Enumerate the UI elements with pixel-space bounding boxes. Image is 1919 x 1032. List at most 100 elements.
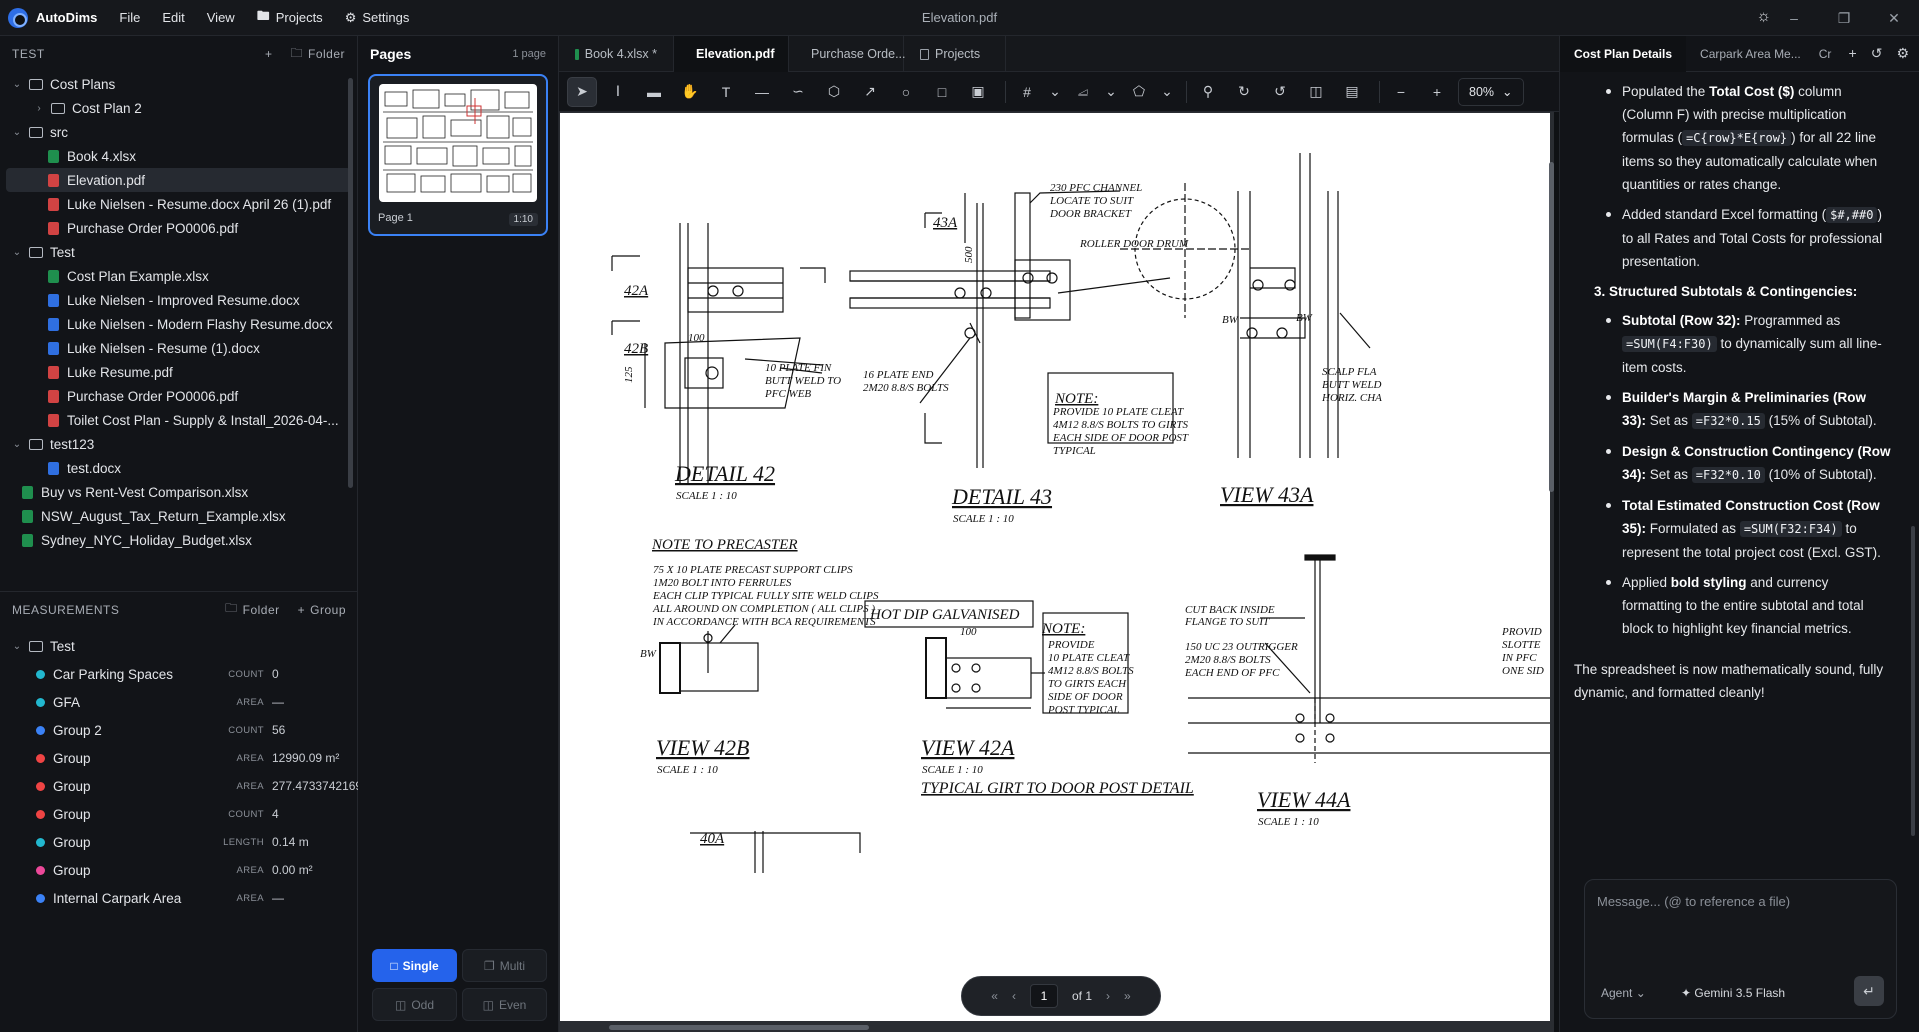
tree-file[interactable]: NSW_August_Tax_Return_Example.xlsx	[0, 504, 357, 528]
single-mode-button[interactable]: □ Single	[372, 949, 457, 982]
prev-page-icon[interactable]: ‹	[1012, 989, 1016, 1003]
tab-xlsx[interactable]: Book 4.xlsx *	[559, 36, 674, 72]
message-composer[interactable]: Message... (@ to reference a file) Agent…	[1584, 879, 1897, 1019]
line-icon[interactable]: —	[747, 77, 777, 107]
chat-scrollbar[interactable]	[1911, 526, 1915, 836]
multi-mode-button[interactable]: ❐ Multi	[462, 949, 547, 982]
chevron-down-icon[interactable]: ⌄	[1104, 77, 1118, 107]
polyline-icon[interactable]: ∽	[783, 77, 813, 107]
tree-file[interactable]: Buy vs Rent-Vest Comparison.xlsx	[0, 480, 357, 504]
measure-tape-icon[interactable]: ⧡	[1068, 77, 1098, 107]
tab-pdf[interactable]: Purchase Orde...	[789, 36, 906, 72]
canvas-vertical-scrollbar[interactable]	[1549, 162, 1554, 492]
odd-mode-button[interactable]: ◫ Odd	[372, 988, 457, 1021]
measurement-folder-button[interactable]: 🗀 Folder	[225, 599, 280, 620]
tab-carpark-area[interactable]: Carpark Area Me...	[1686, 36, 1815, 72]
menu-file[interactable]: File	[119, 10, 140, 25]
document-icon[interactable]: ▤	[1337, 77, 1367, 107]
image-icon[interactable]: ▣	[963, 77, 993, 107]
tree-file[interactable]: Luke Resume.pdf	[0, 360, 357, 384]
ruler-icon[interactable]: ▬	[639, 77, 669, 107]
measurement-row[interactable]: Group COUNT 4	[0, 800, 358, 828]
chevron-down-icon[interactable]: ⌄	[1048, 77, 1062, 107]
arrow-icon[interactable]: ↗	[855, 77, 885, 107]
hash-icon[interactable]: #	[1012, 77, 1042, 107]
rotate-ccw-icon[interactable]: ↺	[1265, 77, 1295, 107]
rotate-cw-icon[interactable]: ↻	[1229, 77, 1259, 107]
tree-file[interactable]: Luke Nielsen - Resume.docx April 26 (1).…	[0, 192, 357, 216]
rectangle-icon[interactable]: □	[927, 77, 957, 107]
measurement-row[interactable]: GFA AREA —	[0, 688, 358, 716]
menu-edit[interactable]: Edit	[162, 10, 184, 25]
select-tool-icon[interactable]: ➤	[567, 76, 597, 107]
gear-icon[interactable]: ⚙	[1896, 45, 1909, 62]
measurement-group-button[interactable]: + Group	[298, 603, 346, 617]
zoom-in-icon[interactable]: +	[1422, 77, 1452, 107]
next-page-icon[interactable]: ›	[1106, 989, 1110, 1003]
sidebar-scrollbar[interactable]	[348, 78, 353, 488]
new-folder-button[interactable]: 🗀 Folder	[290, 44, 345, 65]
plus-icon[interactable]: +	[1849, 45, 1857, 62]
tree-folder[interactable]: ⌄ src	[0, 120, 357, 144]
agent-select[interactable]: Agent ⌄	[1601, 986, 1646, 1000]
even-mode-button[interactable]: ◫ Even	[462, 988, 547, 1021]
projects-menu[interactable]: 🖿 Projects	[257, 7, 323, 29]
tree-folder[interactable]: ⌄ Test	[0, 240, 357, 264]
close-icon[interactable]: ✕	[1869, 10, 1919, 27]
add-file-button[interactable]: +	[265, 47, 273, 61]
measurement-row[interactable]: Car Parking Spaces COUNT 0	[0, 660, 358, 688]
message-input[interactable]: Message... (@ to reference a file)	[1597, 894, 1790, 909]
tree-file[interactable]: Sydney_NYC_Holiday_Budget.xlsx	[0, 528, 357, 552]
restore-icon[interactable]: ❐	[1819, 10, 1869, 27]
measurement-row[interactable]: Group AREA 0.00 m²	[0, 856, 358, 884]
tree-file[interactable]: Luke Nielsen - Resume (1).docx	[0, 336, 357, 360]
tree-file[interactable]: Purchase Order PO0006.pdf	[0, 216, 357, 240]
search-icon[interactable]: ⚲	[1193, 77, 1223, 107]
tree-file[interactable]: Book 4.xlsx	[0, 144, 357, 168]
text-tool-icon[interactable]: T	[711, 77, 741, 107]
model-select[interactable]: ✦ Gemini 3.5 Flash	[1681, 986, 1785, 1000]
tree-file[interactable]: Luke Nielsen - Improved Resume.docx	[0, 288, 357, 312]
measurement-row[interactable]: Group LENGTH 0.14 m	[0, 828, 358, 856]
drawing-page[interactable]: 230 PFC CHANNEL LOCATE TO SUIT DOOR BRAC…	[560, 113, 1550, 1021]
chevron-down-icon[interactable]: ⌄	[1160, 77, 1174, 107]
tree-folder[interactable]: › Cost Plan 2	[0, 96, 357, 120]
settings-menu[interactable]: ⚙ Settings	[345, 10, 410, 26]
hand-icon[interactable]: ✋	[675, 77, 705, 107]
first-page-icon[interactable]: «	[991, 989, 998, 1003]
tree-file[interactable]: test.docx	[0, 456, 357, 480]
measurement-row[interactable]: Group AREA 12990.09 m²	[0, 744, 358, 772]
present-icon[interactable]: ◫	[1301, 77, 1331, 107]
circle-icon[interactable]: ○	[891, 77, 921, 107]
tab-pdf[interactable]: Elevation.pdf	[674, 36, 789, 72]
minimize-icon[interactable]: –	[1769, 10, 1819, 26]
measurement-row[interactable]: Internal Carpark Area AREA —	[0, 884, 358, 912]
tab-truncated[interactable]: Cr	[1815, 36, 1836, 72]
measurement-row[interactable]: Group 2 COUNT 56	[0, 716, 358, 744]
tree-file[interactable]: Elevation.pdf	[6, 168, 351, 192]
document-canvas[interactable]: 230 PFC CHANNEL LOCATE TO SUIT DOOR BRAC…	[559, 112, 1554, 1032]
menu-view[interactable]: View	[207, 10, 235, 25]
polygon-icon[interactable]: ⬡	[819, 77, 849, 107]
tab-cost-plan-details[interactable]: Cost Plan Details	[1560, 35, 1687, 72]
tree-folder[interactable]: ⌄ test123	[0, 432, 357, 456]
page-thumbnail[interactable]: Page 1 1:10	[368, 74, 548, 236]
tree-file[interactable]: Luke Nielsen - Modern Flashy Resume.docx	[0, 312, 357, 336]
text-cursor-icon[interactable]: Ⅰ	[603, 77, 633, 107]
send-icon[interactable]: ↵	[1854, 976, 1884, 1006]
section-title: TEST	[12, 47, 45, 61]
zoom-out-icon[interactable]: −	[1386, 77, 1416, 107]
page-number-input[interactable]: 1	[1029, 984, 1058, 1008]
tree-file[interactable]: Toilet Cost Plan - Supply & Install_2026…	[0, 408, 357, 432]
measurement-group-row[interactable]: ⌄ Test	[0, 632, 358, 660]
zoom-select[interactable]: 80% ⌄	[1458, 77, 1524, 106]
history-icon[interactable]: ↺	[1871, 45, 1883, 62]
last-page-icon[interactable]: »	[1124, 989, 1131, 1003]
tree-file[interactable]: Cost Plan Example.xlsx	[0, 264, 357, 288]
canvas-horizontal-scrollbar[interactable]	[609, 1025, 869, 1030]
tree-folder[interactable]: ⌄ Cost Plans	[0, 72, 357, 96]
tab-folder[interactable]: Projects	[904, 36, 1006, 72]
measurement-row[interactable]: Group AREA 277.4733742169415	[0, 772, 382, 800]
pentagon-icon[interactable]: ⬠	[1124, 77, 1154, 107]
tree-file[interactable]: Purchase Order PO0006.pdf	[0, 384, 357, 408]
